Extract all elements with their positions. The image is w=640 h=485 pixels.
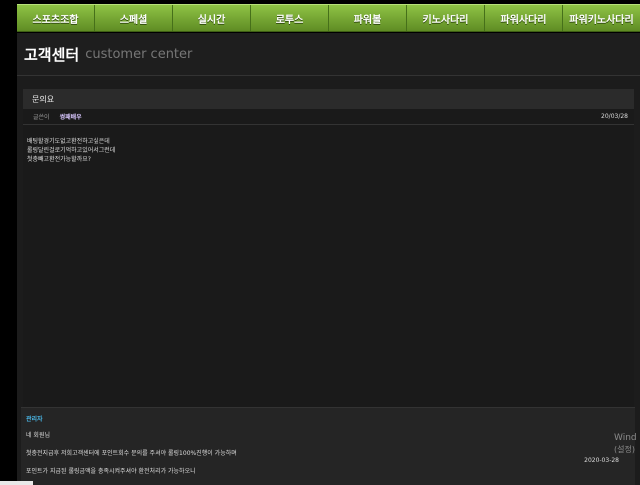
nav-item-lotus[interactable]: 로투스 xyxy=(251,5,329,31)
reply-line: 네 회원님 xyxy=(26,432,50,439)
windows-activation-watermark: Wind (설정) xyxy=(614,433,637,455)
page-header: 고객센터 customer center xyxy=(17,33,640,76)
reply-line: 포인트가 지급된 롤링금액을 충족시켜주셔야 환전처리가 가능하오니 xyxy=(26,468,196,475)
post-date: 20/03/28 xyxy=(601,113,628,120)
nav-item-special[interactable]: 스페셜 xyxy=(95,5,173,31)
page-title: 고객센터 xyxy=(24,45,80,64)
left-blank-strip xyxy=(0,0,17,485)
watermark-line-2: (설정) xyxy=(614,445,635,454)
post-title: 문의요 xyxy=(32,94,55,104)
nav-item-power-keno-ladder[interactable]: 파워키노사다리 xyxy=(563,5,640,31)
author-label: 글쓴이 xyxy=(33,114,50,121)
main-nav: 스포츠조합 스페셜 실시간 로투스 파워볼 키노사다리 파워사다리 파워키노사다… xyxy=(17,4,640,32)
reply-date: 2020-03-28 xyxy=(584,457,619,464)
page-subtitle: customer center xyxy=(85,46,193,62)
taskbar-fragment xyxy=(0,481,33,485)
main-content: 고객센터 customer center 문의요 글쓴이 썽패배우 20/03/… xyxy=(17,33,640,485)
reply-author-label: 관리자 xyxy=(26,416,43,423)
watermark-line-1: Wind xyxy=(614,433,637,443)
post-meta: 글쓴이 썽패배우 20/03/28 xyxy=(23,109,634,125)
admin-reply: 관리자 네 회원님 첫충전지급후 저희고객센터에 포인트회수 문의를 주셔야 롤… xyxy=(21,407,635,485)
post-title-bar: 문의요 xyxy=(23,89,634,109)
nav-item-keno-ladder[interactable]: 키노사다리 xyxy=(407,5,485,31)
nav-item-sports-combo[interactable]: 스포츠조합 xyxy=(17,5,95,31)
nav-item-powerball[interactable]: 파워볼 xyxy=(329,5,407,31)
post-author: 썽패배우 xyxy=(59,114,82,121)
post-body-line: 배팅할경기도없고환전하고싶은데 xyxy=(27,138,110,145)
post-body-line: 첫충빼고환전가능할까요? xyxy=(27,156,91,163)
post-body: 배팅할경기도없고환전하고싶은데 롤링달린걸로기억하고있어서그런데 첫충빼고환전가… xyxy=(23,125,634,164)
nav-item-power-ladder[interactable]: 파워사다리 xyxy=(485,5,563,31)
nav-item-live[interactable]: 실시간 xyxy=(173,5,251,31)
reply-line: 첫충전지급후 저희고객센터에 포인트회수 문의를 주셔야 롤링100%진행이 가… xyxy=(26,450,237,457)
inquiry-post: 문의요 글쓴이 썽패배우 20/03/28 배팅할경기도없고환전하고싶은데 롤링… xyxy=(23,89,634,407)
post-body-line: 롤링달린걸로기억하고있어서그런데 xyxy=(27,147,116,154)
